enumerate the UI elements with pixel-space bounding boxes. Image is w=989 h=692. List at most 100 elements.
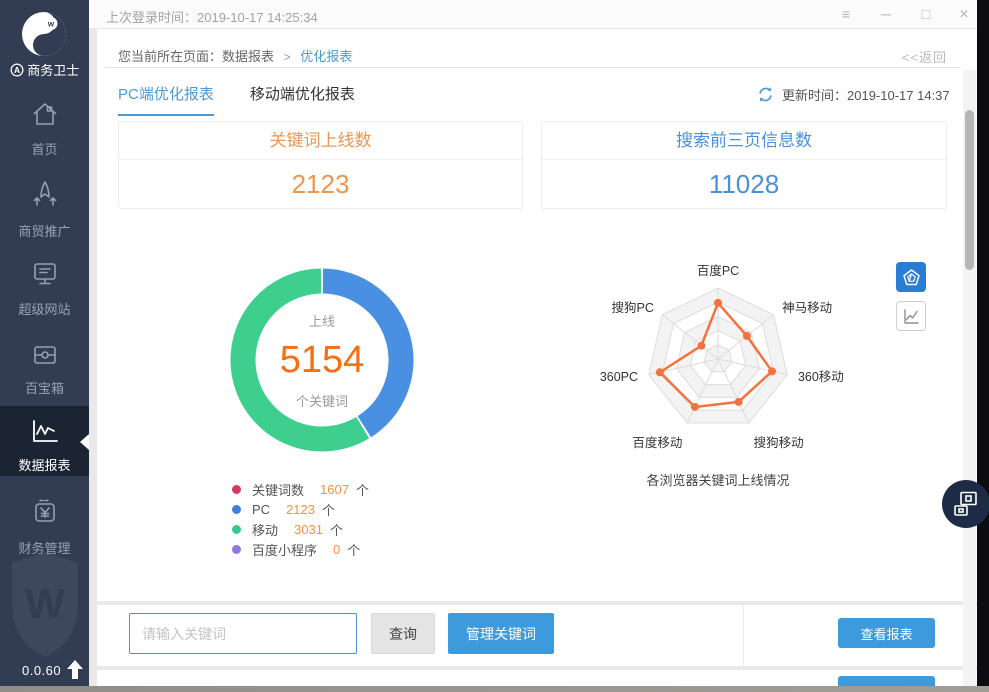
radar-toggle-icon (903, 269, 920, 286)
report-tabs: PC端优化报表 移动端优化报表 (118, 83, 355, 116)
background-window-strip (977, 0, 989, 686)
radar-caption: 各浏览器关键词上线情况 (560, 470, 876, 489)
sidebar-item-label: 数据报表 (0, 455, 89, 474)
sidebar-item-home[interactable]: 首页 (0, 100, 89, 156)
svg-text:搜狗移动: 搜狗移动 (754, 435, 804, 450)
breadcrumb-prefix: 您当前所在页面： (118, 49, 222, 64)
tab-mobile-report[interactable]: 移动端优化报表 (250, 83, 355, 116)
stat-card-title: 搜索前三页信息数 (542, 122, 946, 160)
stat-card-value: 11028 (542, 160, 946, 208)
legend-value: 0 (333, 542, 340, 557)
chart-legend: 关键词数 1607 个 PC 2123 个 移动 3031 个 百度小程序 0 … (232, 483, 369, 563)
partial-button[interactable] (838, 676, 935, 686)
panel-divider (743, 605, 744, 666)
legend-label: 移动 (252, 520, 278, 539)
radar-view-toggle[interactable] (896, 262, 926, 292)
legend-value: 2123 (286, 502, 315, 517)
legend-label: PC (252, 502, 270, 517)
svg-text:神马移动: 神马移动 (782, 301, 832, 315)
keyword-input[interactable] (129, 613, 357, 654)
tab-pc-report[interactable]: PC端优化报表 (118, 83, 214, 116)
query-button[interactable]: 查询 (371, 613, 435, 654)
refresh-row: 更新时间：2019-10-17 14:37 (757, 85, 950, 104)
donut-total-value: 5154 (280, 339, 365, 382)
app-logo-icon[interactable]: w (21, 11, 67, 57)
donut-chart: 上线 5154 个关键词 (230, 268, 414, 452)
sidebar-item-label: 商贸推广 (0, 221, 89, 240)
legend-value: 1607 (320, 482, 349, 497)
svg-text:A: A (14, 65, 20, 75)
back-link[interactable]: <<返回 (877, 47, 947, 66)
legend-row-pc: PC 2123 个 (232, 503, 369, 516)
donut-label-bottom: 个关键词 (296, 391, 348, 410)
stat-card-title: 关键词上线数 (119, 122, 522, 160)
app-window: w A 商务卫士 首页 (0, 0, 989, 692)
close-button[interactable]: × (952, 4, 976, 25)
keyword-bar-panel: 查询 管理关键词 查看报表 (97, 605, 977, 666)
legend-unit: 个 (330, 520, 343, 539)
stat-card-keywords-online: 关键词上线数 2123 (118, 121, 523, 209)
legend-value: 3031 (294, 522, 323, 537)
donut-label-top: 上线 (309, 311, 335, 330)
sidebar-item-reports[interactable]: 数据报表 (0, 406, 89, 476)
sidebar-item-promote[interactable]: 商贸推广 (0, 180, 89, 236)
version-label: 0.0.60 (22, 663, 61, 678)
breadcrumb: 您当前所在页面：数据报表 > 优化报表 (118, 46, 352, 65)
sidebar-item-label: 百宝箱 (0, 378, 89, 397)
sidebar-item-finance[interactable]: 财务管理 (0, 497, 89, 555)
minimize-button[interactable]: ─ (874, 4, 898, 25)
finance-icon (30, 497, 60, 527)
legend-label: 百度小程序 (252, 540, 317, 559)
floating-qr-widget[interactable] (942, 480, 989, 528)
legend-dot (232, 485, 241, 494)
scrollbar-thumb[interactable] (965, 110, 974, 270)
radar-chart-svg: 百度PC 神马移动 360移动搜狗移动 百度移动 360PC 搜狗PC (560, 259, 876, 465)
sidebar-item-toolbox[interactable]: 百宝箱 (0, 343, 89, 395)
stat-card-top3-info: 搜索前三页信息数 11028 (541, 121, 947, 209)
refresh-icon[interactable] (757, 86, 774, 103)
manage-keywords-button[interactable]: 管理关键词 (448, 613, 554, 654)
upgrade-arrow-icon[interactable] (66, 660, 84, 679)
qr-widget-icon (953, 491, 979, 517)
legend-unit: 个 (356, 480, 369, 499)
toolbox-icon (30, 343, 60, 367)
donut-center-labels: 上线 5154 个关键词 (230, 268, 414, 452)
scrollbar-track[interactable] (963, 70, 976, 686)
svg-text:百度PC: 百度PC (697, 263, 739, 278)
svg-text:百度移动: 百度移动 (632, 435, 682, 450)
legend-unit: 个 (347, 540, 360, 559)
line-chart-toggle-icon (903, 308, 920, 325)
breadcrumb-separator: > (284, 50, 291, 64)
next-row-panel (97, 670, 977, 686)
legend-dot (232, 545, 241, 554)
legend-row-keywords: 关键词数 1607 个 (232, 483, 369, 496)
divider (105, 67, 961, 68)
menu-button[interactable]: ≡ (834, 4, 858, 25)
sidebar-item-website[interactable]: 超级网站 (0, 260, 89, 316)
promote-icon (30, 180, 60, 210)
brand-row: A 商务卫士 (0, 60, 89, 79)
legend-row-baidu-miniprogram: 百度小程序 0 个 (232, 543, 369, 556)
view-report-button[interactable]: 查看报表 (838, 618, 935, 648)
brand-name: 商务卫士 (27, 63, 79, 78)
sidebar-item-label: 超级网站 (0, 299, 89, 318)
radar-chart: 百度PC 神马移动 360移动搜狗移动 百度移动 360PC 搜狗PC (560, 259, 876, 465)
shield-watermark-icon: W (8, 548, 82, 660)
legend-dot (232, 525, 241, 534)
svg-text:360PC: 360PC (600, 370, 638, 384)
last-login-time: 上次登录时间：2019-10-17 14:25:34 (106, 7, 318, 26)
maximize-button[interactable]: □ (914, 4, 938, 25)
svg-text:w: w (47, 20, 55, 29)
sidebar-item-label: 首页 (0, 139, 89, 158)
website-icon (30, 260, 60, 288)
svg-text:搜狗PC: 搜狗PC (612, 300, 654, 315)
breadcrumb-current-link[interactable]: 优化报表 (300, 49, 352, 64)
line-view-toggle[interactable] (896, 301, 926, 331)
breadcrumb-section: 数据报表 (222, 49, 274, 64)
legend-row-mobile: 移动 3031 个 (232, 523, 369, 536)
svg-text:360移动: 360移动 (798, 370, 844, 384)
home-icon (30, 100, 60, 128)
legend-label: 关键词数 (252, 480, 304, 499)
legend-dot (232, 505, 241, 514)
brand-badge-icon: A (10, 63, 24, 77)
